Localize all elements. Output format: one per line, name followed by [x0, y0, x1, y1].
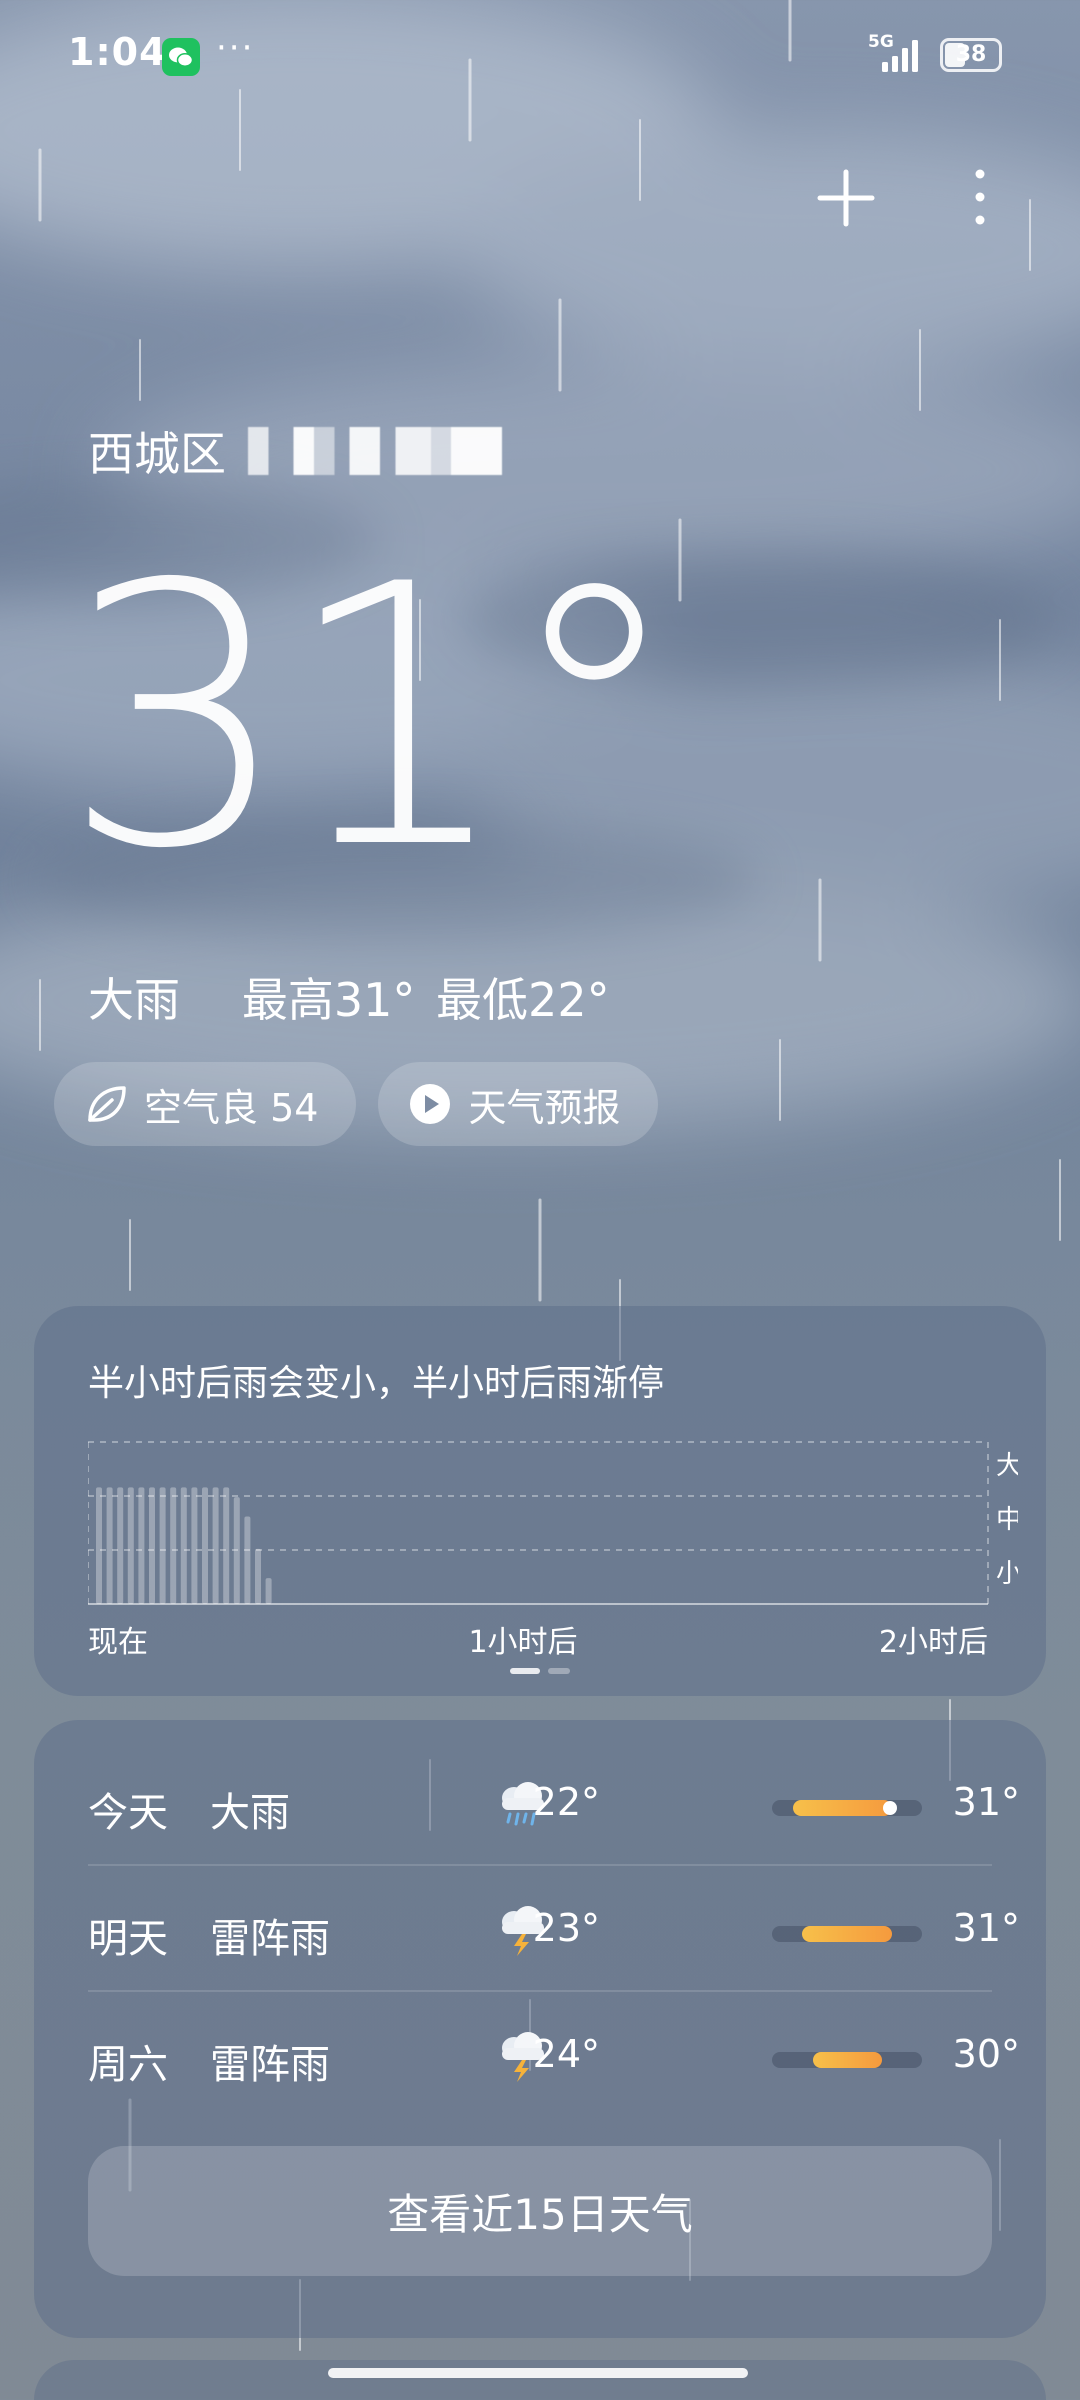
daily-forecast-row[interactable]: 今天 大雨 22° 31° [88, 1740, 1020, 1866]
temperature-range-fill [802, 1926, 892, 1942]
battery-percentage: 38 [955, 42, 987, 67]
temperature-range-fill [793, 1800, 892, 1816]
intensity-label-light: 小 [996, 1559, 1018, 1589]
precipitation-summary: 半小时后雨会变小，半小时后雨渐停 [88, 1363, 665, 1404]
weather-forecast-video-pill[interactable]: 天气预报 [378, 1062, 659, 1146]
page-dot-active [510, 1668, 540, 1674]
precipitation-bar [159, 1487, 166, 1604]
status-time: 1:04 [68, 30, 167, 74]
x-label-now: 现在 [88, 1625, 148, 1660]
temperature-range-bar [772, 2052, 922, 2068]
daily-forecast-row[interactable]: 周六 雷阵雨 24° 30° [88, 1992, 1020, 2118]
precipitation-bar [117, 1487, 124, 1604]
more-notifications-icon: ··· [216, 28, 255, 68]
precipitation-chart: 大 中 小 现在 1小时后 2小时后 [88, 1434, 1018, 1674]
precipitation-bar [149, 1487, 155, 1604]
precipitation-bar [96, 1487, 102, 1604]
temperature-range-bar [772, 1926, 922, 1942]
location-name[interactable]: 西城区 [88, 418, 502, 484]
temperature-range-bar [772, 1800, 922, 1816]
precipitation-bar [202, 1487, 208, 1604]
day-label: 今天 [88, 1790, 168, 1836]
next-card-peek [34, 2360, 1046, 2400]
intensity-label-moderate: 中 [996, 1505, 1018, 1535]
day-low-temp: 23° [532, 1906, 600, 1950]
district-label: 西城区 [88, 427, 226, 481]
forecast-video-label: 天气预报 [468, 1085, 621, 1130]
x-label-1h: 1小时后 [468, 1625, 577, 1660]
day-condition: 大雨 [210, 1790, 290, 1836]
day-low-temp: 22° [532, 1780, 600, 1824]
day-condition: 雷阵雨 [210, 2042, 330, 2088]
more-options-button[interactable] [960, 162, 1000, 232]
precipitation-bar [233, 1497, 240, 1604]
precipitation-bar [191, 1487, 198, 1604]
current-condition: 大雨 [88, 973, 180, 1027]
cellular-signal-icon [882, 40, 918, 72]
temperature-range-fill [812, 2052, 882, 2068]
day-label: 明天 [88, 1916, 168, 1962]
today-high: 最高31° [241, 973, 416, 1027]
precipitation-bar [180, 1487, 187, 1604]
precipitation-bars [96, 1487, 272, 1604]
weather-summary: 大雨 最高31° 最低22° [88, 964, 610, 1030]
battery-icon: 38 [940, 38, 1002, 72]
precipitation-bar [244, 1516, 251, 1604]
day-label: 周六 [88, 2042, 168, 2088]
precipitation-bar [212, 1487, 219, 1604]
air-quality-label: 空气良 54 [144, 1085, 319, 1130]
precipitation-bar [170, 1487, 177, 1604]
card-page-indicator [510, 1668, 570, 1674]
today-low: 最低22° [436, 973, 610, 1027]
day-high-temp: 30° [952, 2032, 1020, 2076]
page-dot [548, 1668, 570, 1674]
status-bar: 1:04 ··· 5G 38 [0, 0, 1080, 116]
daily-forecast-card: 今天 大雨 22° 31° 明天 雷阵雨 23° 31° 周六 雷阵雨 24° 30° 查看近1… [34, 1720, 1046, 2338]
daily-forecast-row[interactable]: 明天 雷阵雨 23° 31° [88, 1866, 1020, 1992]
add-city-button[interactable] [816, 168, 876, 228]
day-high-temp: 31° [952, 1906, 1020, 1950]
day-high-temp: 31° [952, 1780, 1020, 1824]
precipitation-bar [127, 1487, 134, 1604]
x-label-2h: 2小时后 [879, 1625, 988, 1660]
view-15-day-button[interactable]: 查看近15日天气 [88, 2146, 992, 2276]
air-quality-pill[interactable]: 空气良 54 [54, 1062, 357, 1146]
current-temp-marker [883, 1801, 897, 1815]
play-icon [406, 1080, 454, 1128]
precipitation-bar [265, 1578, 272, 1604]
leaf-icon [82, 1080, 130, 1128]
home-indicator[interactable] [328, 2368, 748, 2378]
precipitation-bar [138, 1487, 145, 1604]
precipitation-forecast-card[interactable]: 半小时后雨会变小，半小时后雨渐停 大 中 小 现在 1小时后 2小时后 [34, 1306, 1046, 1696]
precipitation-bar [223, 1487, 230, 1604]
current-temperature: 31° [62, 508, 684, 927]
redacted-address [248, 427, 502, 475]
day-low-temp: 24° [532, 2032, 600, 2076]
intensity-label-heavy: 大 [996, 1451, 1018, 1481]
precipitation-bar [106, 1487, 113, 1604]
day-condition: 雷阵雨 [210, 1916, 330, 1962]
wechat-notification-icon [162, 38, 200, 76]
precipitation-bar [255, 1548, 261, 1604]
info-pills: 空气良 54 天气预报 [54, 1062, 659, 1146]
